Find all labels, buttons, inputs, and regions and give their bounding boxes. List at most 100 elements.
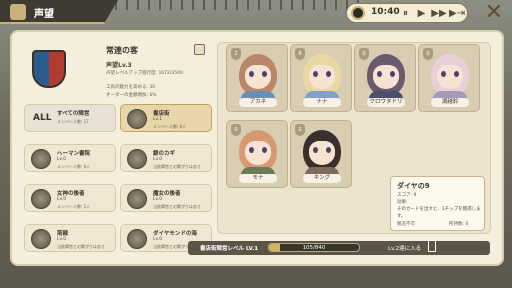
reputation-icon [10, 4, 26, 20]
reputation-tab-header: 声望 [0, 0, 118, 24]
character-name: ナナ [303, 98, 341, 107]
reputation-progress: 声望レベルアップ進行度: 1672/3500 [106, 71, 183, 76]
faction-name: 銀のカギ [153, 151, 176, 157]
role-card-title: ダイヤの9 [397, 182, 430, 190]
faction-level: Lv.0 [57, 237, 67, 242]
faction-card-key[interactable]: 銀のカギ Lv.0 当該陣営との繋がりはあり [120, 144, 212, 172]
diamond-emblem-icon [127, 229, 147, 249]
character-face [309, 141, 335, 165]
next-level-label: Lv.2達に入る [388, 246, 422, 252]
faction-all-label: ALL [33, 113, 52, 123]
faction-count: メンバー人数: 6人 [57, 164, 91, 169]
faction-level: Lv.0 [153, 237, 163, 242]
faction-name: ヘーマン書院 [57, 151, 91, 157]
role-card-effect: そのカードを出すと、1チップを獲得します。 [397, 207, 481, 219]
faction-card-witch[interactable]: 魔女の後者 Lv.0 当該陣営との繋がりはあり [120, 184, 212, 212]
character-eye [262, 71, 267, 77]
skip-icon[interactable]: ▶⇥ [449, 7, 465, 20]
role-card-count: 所持数: 6 [449, 222, 469, 227]
goddess-emblem-icon [31, 189, 51, 209]
faction-level: Lv.0 [153, 157, 163, 162]
character-eye [326, 71, 331, 77]
page-title: 声望 [34, 9, 54, 20]
character-card[interactable]: 6 ナナ [290, 44, 352, 112]
character-eye [249, 147, 254, 153]
character-badge: 2 [231, 48, 241, 60]
faction-count: メンバー人数: 17 [57, 119, 89, 124]
reputation-level: 声望Lv.3 [106, 62, 132, 69]
bonus-order: オーダーの金額増加: 6% [106, 93, 157, 98]
witch-emblem-icon [127, 189, 147, 209]
character-badge: 1 [295, 124, 305, 136]
character-badge: 0 [423, 48, 433, 60]
faction-count: 当該陣営との繋がりはあり [153, 204, 201, 209]
character-card[interactable]: 0 モナ [226, 120, 288, 188]
character-card[interactable]: 0 クロウタドリ [354, 44, 416, 112]
character-eye [441, 71, 446, 77]
faction-level: Lv.0 [57, 197, 67, 202]
faction-name: すべての陣営 [57, 111, 90, 117]
faction-name: 書店街 [153, 111, 170, 117]
role-card-body: スコア: 9 効果: そのカードを出すと、1チップを獲得します。 [397, 192, 484, 220]
fast-forward-icon[interactable]: ▶▶ [431, 7, 447, 20]
character-name: クロウタドリ [367, 98, 405, 107]
faction-card-thorn[interactable]: 荊棘 Lv.0 当該陣営との繋がりはあり [24, 224, 116, 252]
character-name: モナ [239, 174, 277, 183]
character-card[interactable]: 2 アカネ [226, 44, 288, 112]
crest-title: 常連の客 [106, 46, 138, 55]
character-eye [249, 71, 254, 77]
character-face [245, 65, 271, 89]
character-badge: 0 [359, 48, 369, 60]
faction-count: 当該陣営との繋がりはあり [57, 244, 105, 249]
role-card-tooltip: ダイヤの9 スコア: 9 効果: そのカードを出すと、1チップを獲得します。 製… [390, 176, 485, 231]
pause-icon[interactable]: ⏸ [399, 7, 412, 20]
thorn-emblem-icon [31, 229, 51, 249]
faction-progress-text: 105/840 [302, 245, 326, 251]
role-card-owner: 製造不可 [397, 222, 415, 227]
character-name: キング [303, 174, 341, 183]
faction-card-hermann[interactable]: ヘーマン書院 Lv.0 メンバー人数: 6人 [24, 144, 116, 172]
faction-card-goddess[interactable]: 女神の後者 Lv.0 メンバー人数: 5人 [24, 184, 116, 212]
character-eye [313, 71, 318, 77]
character-eye [377, 71, 382, 77]
faction-name: 女神の後者 [57, 191, 85, 197]
character-face [309, 65, 335, 89]
faction-level: Lv.1 [153, 117, 163, 122]
card-icon[interactable] [428, 240, 436, 252]
character-eye [326, 147, 331, 153]
character-face [245, 141, 271, 165]
crest-shield-icon [32, 50, 66, 88]
character-eye [313, 147, 318, 153]
faction-name: 魔女の後者 [153, 191, 181, 197]
character-card[interactable]: 1 キング [290, 120, 352, 188]
clock-icon [351, 6, 365, 20]
time-controls: 10:40 ⏸ ▶ ▶▶ ▶⇥ [346, 3, 468, 23]
faction-level-label: 書店街陣営レベル LV.1 [200, 246, 259, 252]
bonus-appeal: 工房の魅力を高める: 30 [106, 85, 156, 90]
info-icon[interactable] [194, 44, 205, 55]
character-badge: 6 [295, 48, 305, 60]
reputation-bonus: 工房の魅力を高める: 30 オーダーの金額増加: 6% [106, 84, 157, 100]
character-face [437, 65, 463, 89]
character-card[interactable]: 0 湖越鈴 [418, 44, 480, 112]
faction-name: ダイヤモンドの海 [153, 231, 197, 237]
character-eye [454, 71, 459, 77]
character-eye [262, 147, 267, 153]
character-eye [390, 71, 395, 77]
faction-level: Lv.0 [153, 197, 163, 202]
character-name: アカネ [239, 98, 277, 107]
role-card-score: スコア: 9 [397, 193, 417, 198]
close-button[interactable]: ✕ [482, 2, 506, 26]
faction-card-all[interactable]: ALL すべての陣営 メンバー人数: 17 [24, 104, 116, 132]
faction-count: メンバー人数: 5人 [57, 204, 91, 209]
role-card-effect-label: 効果: [397, 200, 408, 205]
faction-card-library[interactable]: 書店街 Lv.1 メンバー人数: 6人 [120, 104, 212, 132]
faction-count: 当該陣営との繋がりはあり [153, 164, 201, 169]
library-emblem-icon [127, 109, 147, 129]
play-icon[interactable]: ▶ [415, 7, 428, 20]
character-badge: 0 [231, 124, 241, 136]
faction-name: 荊棘 [57, 231, 69, 237]
character-face [373, 65, 399, 89]
key-emblem-icon [127, 149, 147, 169]
faction-progress-bar: 105/840 [268, 243, 360, 252]
